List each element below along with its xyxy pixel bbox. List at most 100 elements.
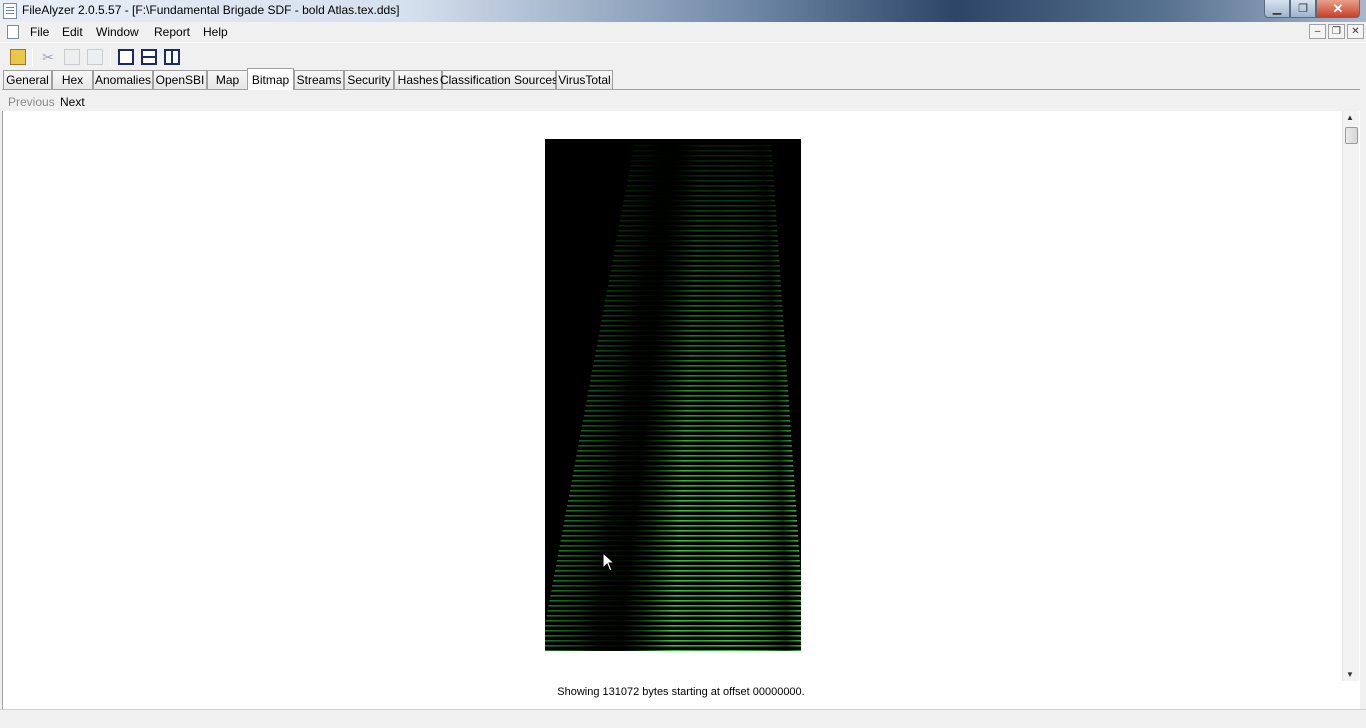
tab-general[interactable]: General bbox=[3, 70, 52, 89]
bitmap-scanline bbox=[553, 580, 801, 582]
bitmap-scanline bbox=[596, 345, 786, 347]
bitmap-scanline bbox=[606, 295, 782, 297]
vertical-scrollbar[interactable]: ▲ ▼ bbox=[1342, 111, 1359, 681]
bitmap-scanline bbox=[602, 315, 784, 317]
tab-bitmap[interactable]: Bitmap bbox=[247, 68, 294, 90]
bitmap-scanline bbox=[578, 445, 792, 447]
tab-map[interactable]: Map bbox=[207, 70, 248, 89]
mouse-cursor-icon bbox=[602, 552, 616, 572]
bitmap-scanline bbox=[550, 595, 801, 597]
bitmap-scanline bbox=[604, 305, 783, 307]
bitmap-scanline bbox=[630, 165, 773, 167]
menu-file[interactable]: File bbox=[30, 25, 49, 39]
bitmap-status: Showing 131072 bytes starting at offset … bbox=[557, 686, 805, 698]
bitmap-scanline bbox=[623, 200, 776, 202]
bitmap-scanline bbox=[613, 255, 779, 257]
menu-edit[interactable]: Edit bbox=[62, 25, 83, 39]
bitmap-scanline bbox=[601, 320, 784, 322]
bitmap-scanline bbox=[618, 230, 778, 232]
window-controls: ▁ ❐ ✕ bbox=[1264, 0, 1360, 18]
bitmap-scanline bbox=[632, 155, 773, 157]
mdi-minimize-button[interactable]: – bbox=[1309, 24, 1326, 39]
cascade-icon[interactable] bbox=[118, 49, 134, 65]
bitmap-scanline bbox=[608, 280, 781, 282]
bitmap-scanline bbox=[622, 205, 776, 207]
bitmap-scanline bbox=[563, 525, 798, 527]
bitmap-scanline bbox=[609, 275, 781, 277]
bitmap-scanline bbox=[567, 505, 797, 507]
bitmap-scanline bbox=[598, 335, 785, 337]
bitmap-scanline bbox=[619, 225, 777, 227]
toolbar-separator bbox=[32, 48, 33, 66]
bitmap-scanline bbox=[551, 590, 801, 592]
bitmap-scanline bbox=[620, 215, 777, 217]
menu-report[interactable]: Report bbox=[154, 25, 190, 39]
window-edge bbox=[1360, 68, 1366, 709]
mdi-restore-button[interactable]: ❐ bbox=[1328, 24, 1345, 39]
bitmap-scanline bbox=[558, 550, 800, 552]
open-icon[interactable] bbox=[10, 49, 26, 65]
menu-help[interactable]: Help bbox=[203, 25, 228, 39]
bitmap-scanline bbox=[545, 640, 801, 642]
next-button[interactable]: Next bbox=[60, 95, 85, 109]
bitmap-scanline bbox=[616, 240, 778, 242]
bitmap-scanline bbox=[599, 330, 785, 332]
bitmap-scanline bbox=[588, 390, 789, 392]
bitmap-scanline bbox=[561, 535, 799, 537]
bitmap-scanline bbox=[545, 650, 801, 651]
bitmap-scanline bbox=[545, 630, 801, 632]
bitmap-panel: ▲ ▼ Showing 131072 bytes starting at off… bbox=[2, 111, 1360, 709]
bitmap-scanline bbox=[600, 325, 784, 327]
cut-icon[interactable]: ✂ bbox=[40, 49, 56, 65]
tile-horizontal-icon[interactable] bbox=[141, 49, 157, 65]
bitmap-scanline bbox=[633, 145, 772, 147]
bitmap-scanline bbox=[554, 575, 801, 577]
tab-anomalies[interactable]: Anomalies bbox=[93, 70, 153, 89]
bitmap-scanline bbox=[617, 235, 778, 237]
tab-hex[interactable]: Hex bbox=[52, 70, 93, 89]
bitmap-scanline bbox=[556, 560, 800, 562]
bitmap-scanline bbox=[586, 400, 789, 402]
tab-virustotal[interactable]: VirusTotal bbox=[556, 70, 613, 89]
scroll-down-icon[interactable]: ▼ bbox=[1346, 670, 1354, 679]
tile-vertical-icon[interactable] bbox=[164, 49, 180, 65]
bitmap-scanline bbox=[576, 455, 793, 457]
close-button[interactable]: ✕ bbox=[1316, 0, 1360, 18]
bitmap-scanline bbox=[562, 530, 798, 532]
bitmap-scanline bbox=[581, 425, 791, 427]
bitmap-scanline bbox=[585, 405, 790, 407]
bitmap-scanline bbox=[589, 385, 788, 387]
bitmap-scanline bbox=[568, 495, 796, 497]
bitmap-canvas bbox=[545, 145, 801, 651]
bitmap-scanline bbox=[606, 290, 782, 292]
tab-security[interactable]: Security bbox=[344, 70, 394, 89]
mdi-close-button[interactable]: ✕ bbox=[1347, 24, 1364, 39]
bitmap-scanline bbox=[573, 470, 794, 472]
tab-opensbi[interactable]: OpenSBI bbox=[153, 70, 207, 89]
document-icon[interactable] bbox=[7, 25, 19, 39]
bitmap-scanline bbox=[584, 410, 790, 412]
scroll-thumb[interactable] bbox=[1345, 127, 1358, 144]
bitmap-scanline bbox=[621, 210, 776, 212]
bitmap-scanline bbox=[579, 440, 792, 442]
bitmap-scanline bbox=[627, 180, 774, 182]
bitmap-scanline bbox=[545, 620, 801, 622]
bitmap-scanline bbox=[629, 170, 774, 172]
scroll-up-icon[interactable]: ▲ bbox=[1346, 113, 1354, 122]
bitmap-scanline bbox=[581, 430, 791, 432]
bitmap-scanline bbox=[555, 565, 801, 567]
tab-hashes[interactable]: Hashes bbox=[394, 70, 442, 89]
minimize-button[interactable]: ▁ bbox=[1264, 0, 1290, 18]
bitmap-scanline bbox=[593, 360, 787, 362]
tab-streams[interactable]: Streams bbox=[294, 70, 344, 89]
previous-button[interactable]: Previous bbox=[8, 95, 55, 109]
bitmap-scanline bbox=[547, 610, 801, 612]
bitmap-scanline bbox=[619, 220, 777, 222]
status-bar bbox=[0, 709, 1366, 728]
paste-icon[interactable] bbox=[87, 49, 103, 65]
menu-window[interactable]: Window bbox=[96, 25, 139, 39]
copy-icon[interactable] bbox=[64, 49, 80, 65]
toolbar: ✂ bbox=[0, 42, 1366, 68]
maximize-button[interactable]: ❐ bbox=[1290, 0, 1316, 18]
tab-classification-sources[interactable]: Classification Sources bbox=[440, 70, 558, 89]
